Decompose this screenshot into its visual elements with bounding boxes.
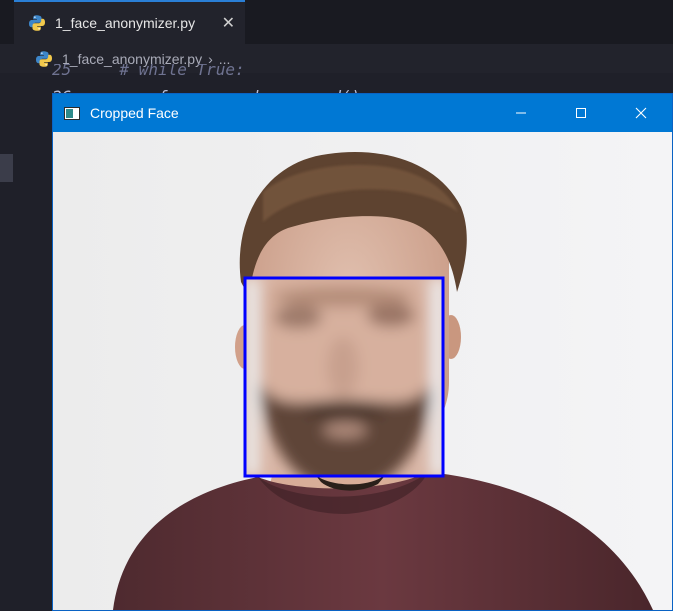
portrait-image — [53, 132, 672, 610]
code-line: 25 # while True: — [52, 64, 245, 78]
python-icon — [35, 50, 53, 68]
maximize-icon — [575, 104, 587, 123]
image-canvas — [53, 132, 672, 610]
minimize-button[interactable] — [498, 94, 544, 132]
tab-close-icon[interactable]: ✕ — [222, 13, 235, 32]
close-button[interactable] — [618, 94, 664, 132]
tab-label: 1_face_anonymizer.py — [55, 15, 196, 31]
tab-face-anonymizer[interactable]: 1_face_anonymizer.py ✕ — [14, 0, 245, 44]
window-title: Cropped Face — [90, 105, 179, 121]
gutter-indicator — [0, 154, 13, 182]
cropped-face-window[interactable]: Cropped Face — [52, 93, 673, 611]
editor-tab-bar: 1_face_anonymizer.py ✕ — [0, 0, 673, 44]
python-icon — [28, 14, 46, 32]
window-titlebar[interactable]: Cropped Face — [53, 94, 672, 132]
maximize-button[interactable] — [558, 94, 604, 132]
close-icon — [635, 104, 647, 123]
minimize-icon — [515, 104, 527, 123]
app-icon — [64, 106, 80, 120]
